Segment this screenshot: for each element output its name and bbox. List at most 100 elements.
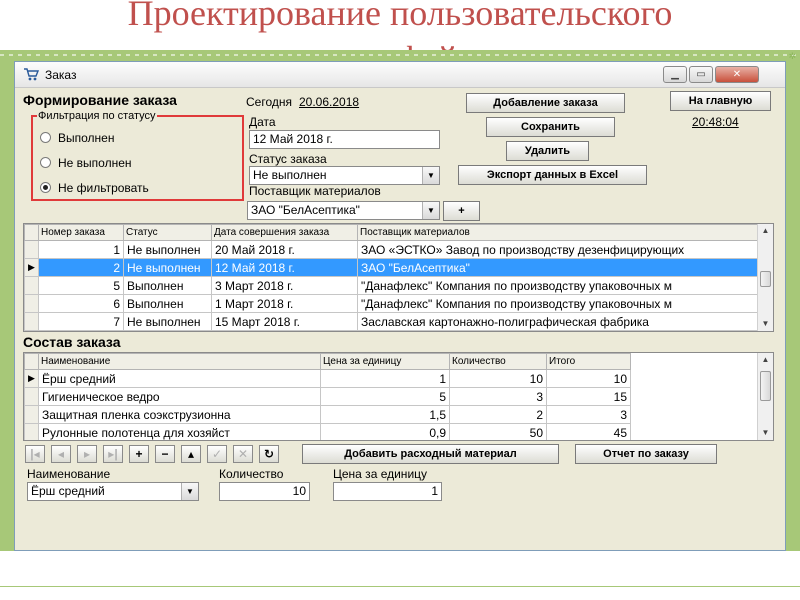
supplier-select[interactable]: ЗАО "БелАсептика" ▼ [247, 201, 440, 220]
table-row[interactable]: ▶ 2 Не выполнен 12 Май 2018 г. ЗАО "БелАсепт… [24, 258, 760, 277]
table-cell[interactable]: Рулонные полотенца для хозяйст [38, 423, 321, 440]
add-supplier-button[interactable]: + [443, 201, 480, 221]
composition-grid[interactable]: Наименование Цена за единицу Количество … [23, 352, 774, 441]
table-cell[interactable]: Ёрш средний [38, 369, 321, 388]
column-header[interactable]: Наименование [38, 353, 321, 370]
table-cell[interactable]: 1 [320, 369, 450, 388]
table-cell[interactable]: 20 Май 2018 г. [211, 240, 358, 259]
filter-option-no-filter[interactable]: Не фильтровать [40, 181, 149, 195]
scroll-up-icon[interactable]: ▲ [758, 224, 773, 238]
table-cell[interactable]: 6 [38, 294, 124, 313]
table-cell[interactable]: "Данафлекс" Компания по производству упа… [357, 276, 760, 295]
close-button[interactable]: ✕ [715, 66, 759, 83]
column-header[interactable]: Номер заказа [38, 224, 124, 241]
cancel-icon[interactable]: ✕ [233, 445, 253, 463]
save-button[interactable]: Сохранить [486, 117, 615, 137]
table-cell[interactable]: 7 [38, 312, 124, 331]
table-cell[interactable]: 1 [38, 240, 124, 259]
column-header[interactable]: Статус [123, 224, 212, 241]
table-cell[interactable]: Заславская картонажно-полиграфическая фа… [357, 312, 760, 331]
table-cell[interactable]: 10 [449, 369, 547, 388]
column-header[interactable]: Количество [449, 353, 547, 370]
table-cell[interactable]: "Данафлекс" Компания по производству упа… [357, 294, 760, 313]
scroll-thumb[interactable] [760, 271, 771, 287]
filter-option-done[interactable]: Выполнен [40, 131, 114, 145]
table-row[interactable]: 5 Выполнен 3 Март 2018 г. "Данафлекс" Компа… [24, 276, 760, 295]
chevron-down-icon[interactable]: ▼ [422, 167, 439, 184]
window-titlebar[interactable]: Заказ ▁ ▭ ✕ [15, 62, 785, 88]
prior-record-icon[interactable]: ◂ [51, 445, 71, 463]
row-indicator[interactable] [24, 312, 39, 331]
column-header[interactable]: Цена за единицу [320, 353, 450, 370]
table-cell[interactable]: 3 Март 2018 г. [211, 276, 358, 295]
row-indicator[interactable] [24, 387, 39, 406]
table-cell[interactable]: 1 Март 2018 г. [211, 294, 358, 313]
scroll-thumb[interactable] [760, 371, 771, 401]
orders-grid[interactable]: Номер заказа Статус Дата совершения зака… [23, 223, 774, 332]
home-button[interactable]: На главную [670, 91, 771, 111]
table-cell[interactable]: 0,9 [320, 423, 450, 440]
order-report-button[interactable]: Отчет по заказу [575, 444, 717, 464]
table-row[interactable]: 7 Не выполнен 15 Март 2018 г. Заславская ка… [24, 312, 760, 331]
table-cell[interactable]: Гигиеническое ведро [38, 387, 321, 406]
table-cell[interactable]: 1,5 [320, 405, 450, 424]
table-cell[interactable]: 3 [449, 387, 547, 406]
table-cell[interactable]: ЗАО "БелАсептика" [357, 258, 760, 277]
table-cell[interactable]: 15 [546, 387, 631, 406]
insert-icon[interactable]: + [129, 445, 149, 463]
table-cell[interactable]: Не выполнен [123, 240, 212, 259]
table-cell[interactable]: 3 [546, 405, 631, 424]
export-excel-button[interactable]: Экспорт данных в Excel [458, 165, 647, 185]
chevron-down-icon[interactable]: ▼ [181, 483, 198, 500]
chevron-down-icon[interactable]: ▼ [422, 202, 439, 219]
row-indicator[interactable] [24, 405, 39, 424]
filter-option-not-done[interactable]: Не выполнен [40, 156, 132, 170]
table-cell[interactable]: 2 [38, 258, 124, 277]
table-cell[interactable]: ЗАО «ЭСТКО» Завод по производству дезенф… [357, 240, 760, 259]
current-row-icon[interactable]: ▶ [24, 258, 39, 277]
table-cell[interactable]: Защитная пленка соэкструзионна [38, 405, 321, 424]
table-row[interactable]: 1 Не выполнен 20 Май 2018 г. ЗАО «ЭСТКО» За… [24, 240, 760, 259]
edit-icon[interactable]: ▴ [181, 445, 201, 463]
material-name-select[interactable]: Ёрш средний ▼ [27, 482, 199, 501]
table-cell[interactable]: 15 Март 2018 г. [211, 312, 358, 331]
table-cell[interactable]: 45 [546, 423, 631, 440]
unit-price-field[interactable]: 1 [333, 482, 442, 501]
table-cell[interactable]: 50 [449, 423, 547, 440]
table-row[interactable]: 6 Выполнен 1 Март 2018 г. "Данафлекс" Компа… [24, 294, 760, 313]
column-header[interactable]: Поставщик материалов [357, 224, 760, 241]
post-icon[interactable]: ✓ [207, 445, 227, 463]
row-indicator[interactable] [24, 294, 39, 313]
table-cell[interactable]: 12 Май 2018 г. [211, 258, 358, 277]
scroll-up-icon[interactable]: ▲ [758, 353, 773, 367]
scroll-down-icon[interactable]: ▼ [758, 426, 773, 440]
table-cell[interactable]: Выполнен [123, 276, 212, 295]
add-material-button[interactable]: Добавить расходный материал [302, 444, 559, 464]
maximize-button[interactable]: ▭ [689, 66, 713, 83]
table-row[interactable]: ▶ Ёрш средний 1 10 10 [24, 369, 631, 388]
first-record-icon[interactable]: |◂ [25, 445, 45, 463]
table-cell[interactable]: 5 [320, 387, 450, 406]
order-date-field[interactable]: 12 Май 2018 г. [249, 130, 440, 149]
row-indicator[interactable] [24, 240, 39, 259]
refresh-icon[interactable]: ↻ [259, 445, 279, 463]
row-indicator[interactable] [24, 276, 39, 295]
column-header[interactable]: Итого [546, 353, 631, 370]
table-row[interactable]: Гигиеническое ведро 5 3 15 [24, 387, 631, 406]
row-indicator[interactable] [24, 423, 39, 440]
scroll-down-icon[interactable]: ▼ [758, 317, 773, 331]
status-select[interactable]: Не выполнен ▼ [249, 166, 440, 185]
composition-scrollbar[interactable]: ▲ ▼ [757, 353, 773, 440]
table-cell[interactable]: 5 [38, 276, 124, 295]
table-cell[interactable]: Не выполнен [123, 312, 212, 331]
table-cell[interactable]: Выполнен [123, 294, 212, 313]
delete-icon[interactable]: − [155, 445, 175, 463]
last-record-icon[interactable]: ▸| [103, 445, 123, 463]
next-record-icon[interactable]: ▸ [77, 445, 97, 463]
delete-button[interactable]: Удалить [506, 141, 589, 161]
add-order-button[interactable]: Добавление заказа [466, 93, 625, 113]
table-cell[interactable]: 2 [449, 405, 547, 424]
table-row[interactable]: Рулонные полотенца для хозяйст 0,9 50 45 [24, 423, 631, 440]
table-cell[interactable]: Не выполнен [123, 258, 212, 277]
current-row-icon[interactable]: ▶ [24, 369, 39, 388]
